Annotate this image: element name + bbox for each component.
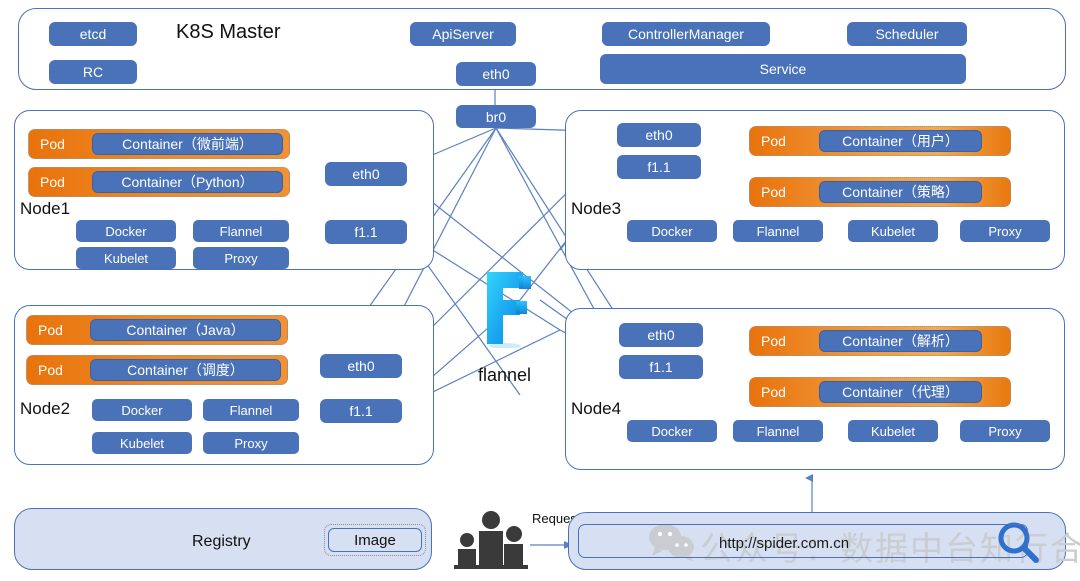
node1-service-proxy[interactable]: Proxy	[193, 247, 289, 269]
pod-label: Pod	[40, 174, 65, 190]
node4-pod-1[interactable]: Pod Container（解析）	[749, 326, 1011, 356]
node2-name: Node2	[20, 399, 71, 418]
node2-service-flannel[interactable]: Flannel	[203, 399, 299, 421]
node4-name: Node4	[571, 399, 622, 418]
node3-name: Node3	[571, 199, 622, 218]
node3-eth0[interactable]: eth0	[617, 123, 701, 147]
master-box-eth0[interactable]: eth0	[456, 62, 536, 86]
master-box-scheduler[interactable]: Scheduler	[847, 22, 967, 46]
pod-label: Pod	[761, 384, 786, 400]
pod-label: Pod	[40, 136, 65, 152]
node1-eth0[interactable]: eth0	[325, 162, 407, 186]
registry-image-label: Image	[328, 528, 422, 552]
node1-name: Node1	[20, 199, 71, 218]
container-box: Container（解析）	[819, 330, 982, 352]
pod-label: Pod	[38, 362, 63, 378]
pod-label: Pod	[761, 133, 786, 149]
container-box: Container（策略）	[819, 181, 982, 203]
pod-label: Pod	[761, 333, 786, 349]
node2-service-proxy[interactable]: Proxy	[203, 432, 299, 454]
node2-eth0[interactable]: eth0	[320, 354, 402, 378]
master-box-rc[interactable]: RC	[49, 60, 137, 84]
node3-pod-2[interactable]: Pod Container（策略）	[749, 177, 1011, 207]
container-box: Container（代理）	[819, 381, 982, 403]
master-box-service[interactable]: Service	[600, 54, 966, 84]
pod-label: Pod	[761, 184, 786, 200]
master-box-controllermanager[interactable]: ControllerManager	[602, 22, 770, 46]
node3-service-docker[interactable]: Docker	[627, 220, 717, 242]
node3-pod-1[interactable]: Pod Container（用户）	[749, 126, 1011, 156]
node2-pod-1[interactable]: Pod Container（Java）	[26, 315, 288, 345]
pod-label: Pod	[38, 322, 63, 338]
k8s-master-title: K8S Master	[176, 21, 281, 43]
node1-pod-2[interactable]: Pod Container（Python）	[28, 167, 290, 197]
node4-service-docker[interactable]: Docker	[627, 420, 717, 442]
node1-f11[interactable]: f1.1	[325, 220, 407, 244]
users-icon	[454, 511, 528, 569]
node1-service-kubelet[interactable]: Kubelet	[76, 247, 176, 269]
url-text: http://spider.com.cn	[719, 535, 850, 552]
node4-service-proxy[interactable]: Proxy	[960, 420, 1050, 442]
node4-f11[interactable]: f1.1	[619, 355, 703, 379]
container-box: Container（微前端）	[92, 133, 283, 155]
registry-image-box[interactable]: Image	[324, 524, 426, 556]
node2-service-docker[interactable]: Docker	[92, 399, 192, 421]
node4-eth0[interactable]: eth0	[619, 323, 703, 347]
registry-title: Registry	[192, 533, 251, 550]
flannel-label: flannel	[478, 365, 532, 385]
node1-service-docker[interactable]: Docker	[76, 220, 176, 242]
diagram-canvas: K8S Master etcd RC ApiServer eth0 Contro…	[0, 0, 1080, 581]
node2-pod-2[interactable]: Pod Container（调度）	[26, 355, 288, 385]
node2-f11[interactable]: f1.1	[320, 399, 402, 423]
node3-f11[interactable]: f1.1	[617, 155, 701, 179]
container-box: Container（Java）	[90, 319, 281, 341]
flannel-logo-icon	[487, 272, 531, 348]
node2-service-kubelet[interactable]: Kubelet	[92, 432, 192, 454]
node3-service-flannel[interactable]: Flannel	[733, 220, 823, 242]
container-box: Container（Python）	[92, 171, 283, 193]
container-box: Container（用户）	[819, 130, 982, 152]
container-box: Container（调度）	[90, 359, 281, 381]
node3-service-kubelet[interactable]: Kubelet	[848, 220, 938, 242]
node3-service-proxy[interactable]: Proxy	[960, 220, 1050, 242]
node4-service-flannel[interactable]: Flannel	[733, 420, 823, 442]
master-box-apiserver[interactable]: ApiServer	[410, 22, 516, 46]
node1-pod-1[interactable]: Pod Container（微前端）	[28, 129, 290, 159]
node1-service-flannel[interactable]: Flannel	[193, 220, 289, 242]
node4-pod-2[interactable]: Pod Container（代理）	[749, 377, 1011, 407]
node4-service-kubelet[interactable]: Kubelet	[848, 420, 938, 442]
master-box-etcd[interactable]: etcd	[49, 22, 137, 46]
bridge-box-br0[interactable]: br0	[456, 105, 536, 128]
